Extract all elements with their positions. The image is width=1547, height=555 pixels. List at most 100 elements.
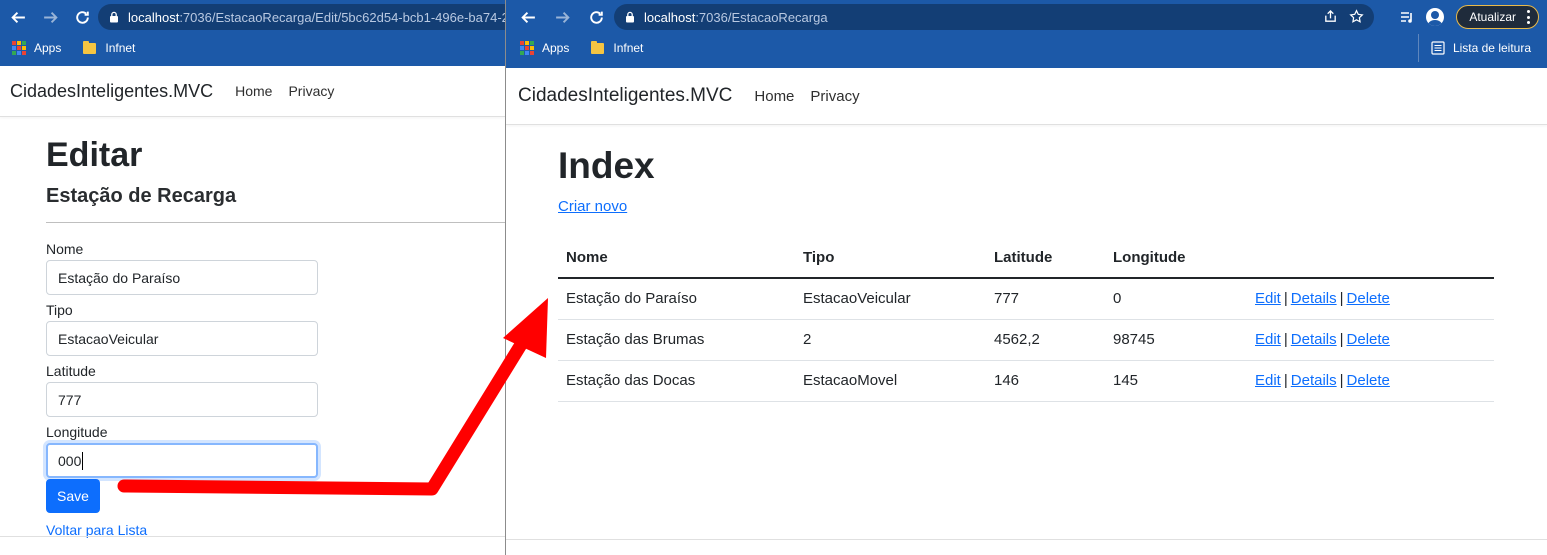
lock-icon xyxy=(110,11,118,23)
cell-tipo: EstacaoMovel xyxy=(795,360,986,402)
avatar-icon xyxy=(1426,8,1445,26)
delete-link[interactable]: Delete xyxy=(1347,290,1390,307)
forward-arrow-icon[interactable] xyxy=(40,7,60,27)
cell-nome: Estação das Brumas xyxy=(558,319,795,361)
address-bar[interactable]: localhost:7036/EstacaoRecarga xyxy=(614,4,1374,30)
navbar-brand[interactable]: CidadesInteligentes.MVC xyxy=(518,85,732,107)
table-header-row: Nome Tipo Latitude Longitude xyxy=(558,238,1494,279)
browser-toolbar: localhost:7036/EstacaoRecarga Atualizar xyxy=(506,0,1547,34)
cell-actions: Edit | Details | Delete xyxy=(1247,278,1494,320)
separator: | xyxy=(1339,372,1344,389)
screenshot-stage: localhost:7036/EstacaoRecarga/Edit/5bc62… xyxy=(0,0,1547,555)
cell-nome: Estação das Docas xyxy=(558,360,795,402)
column-header-nome: Nome xyxy=(558,238,795,279)
cell-actions: Edit | Details | Delete xyxy=(1247,319,1494,361)
details-link[interactable]: Details xyxy=(1291,331,1337,348)
save-button[interactable]: Save xyxy=(46,479,100,513)
apps-grid-icon xyxy=(12,41,26,55)
bookmarks-bar: Apps Infnet xyxy=(0,34,505,62)
page-title: Editar xyxy=(46,136,143,174)
stations-table: Nome Tipo Latitude Longitude Estação do … xyxy=(558,238,1494,402)
column-header-actions xyxy=(1247,238,1494,279)
column-header-longitude: Longitude xyxy=(1105,238,1247,279)
longitude-input[interactable]: 000 xyxy=(46,443,318,478)
nav-link-privacy[interactable]: Privacy xyxy=(810,88,859,105)
reading-list-button[interactable]: Lista de leitura xyxy=(1417,34,1531,62)
separator: | xyxy=(1283,290,1288,308)
bookmark-label: Apps xyxy=(542,41,570,55)
apps-grid-icon xyxy=(520,41,534,55)
bookmark-label: Infnet xyxy=(613,41,644,55)
create-new-link[interactable]: Criar novo xyxy=(558,198,627,215)
url-path: :7036/EstacaoRecarga/Edit/5bc62d54-bcb1-… xyxy=(179,9,505,25)
bookmark-infnet[interactable]: Infnet xyxy=(591,40,644,55)
profile-avatar[interactable] xyxy=(1424,6,1446,28)
edit-link[interactable]: Edit xyxy=(1255,331,1281,348)
label-longitude: Longitude xyxy=(46,424,108,440)
media-queue-icon[interactable] xyxy=(1396,6,1418,28)
forward-arrow-icon[interactable] xyxy=(552,7,572,27)
nav-link-privacy[interactable]: Privacy xyxy=(288,83,334,99)
edit-link[interactable]: Edit xyxy=(1255,290,1281,307)
delete-link[interactable]: Delete xyxy=(1347,372,1390,389)
back-arrow-icon[interactable] xyxy=(518,7,538,27)
nome-input[interactable]: Estação do Paraíso xyxy=(46,260,318,295)
details-link[interactable]: Details xyxy=(1291,372,1337,389)
star-icon[interactable] xyxy=(1349,9,1364,27)
cell-latitude: 4562,2 xyxy=(986,319,1105,361)
app-navbar: CidadesInteligentes.MVC Home Privacy xyxy=(0,66,505,117)
browser-tools: Atualizar xyxy=(1390,5,1539,29)
folder-icon xyxy=(591,40,605,54)
cell-actions: Edit | Details | Delete xyxy=(1247,360,1494,402)
share-icon[interactable] xyxy=(1323,9,1338,27)
update-button[interactable]: Atualizar xyxy=(1456,5,1539,29)
bookmark-label: Apps xyxy=(34,41,62,55)
navbar-brand[interactable]: CidadesInteligentes.MVC xyxy=(10,81,213,102)
separator: | xyxy=(1283,331,1288,348)
browser-chrome: localhost:7036/EstacaoRecarga/Edit/5bc62… xyxy=(0,0,505,66)
more-vertical-icon xyxy=(1527,10,1530,24)
bookmark-label: Infnet xyxy=(105,41,136,55)
label-tipo: Tipo xyxy=(46,302,73,318)
cell-nome: Estação do Paraíso xyxy=(558,278,795,320)
delete-link[interactable]: Delete xyxy=(1347,331,1390,348)
latitude-input[interactable]: 777 xyxy=(46,382,318,417)
cell-longitude: 145 xyxy=(1105,360,1247,402)
back-arrow-icon[interactable] xyxy=(8,7,28,27)
browser-chrome: localhost:7036/EstacaoRecarga Atualizar xyxy=(506,0,1547,68)
bookmark-infnet[interactable]: Infnet xyxy=(83,40,136,55)
column-header-latitude: Latitude xyxy=(986,238,1105,279)
page-title: Index xyxy=(558,145,655,186)
url-path: :7036/EstacaoRecarga xyxy=(695,9,828,25)
nav-link-home[interactable]: Home xyxy=(754,88,794,105)
update-label: Atualizar xyxy=(1469,10,1516,24)
nav-link-home[interactable]: Home xyxy=(235,83,272,99)
reading-list-label: Lista de leitura xyxy=(1452,41,1531,55)
edit-link[interactable]: Edit xyxy=(1255,372,1281,389)
page-subtitle: Estação de Recarga xyxy=(46,185,237,207)
cell-tipo: EstacaoVeicular xyxy=(795,278,986,320)
bookmarks-bar: Apps Infnet Lista de leitura xyxy=(506,34,1547,62)
bookmark-apps[interactable]: Apps xyxy=(12,41,61,55)
tipo-input[interactable]: EstacaoVeicular xyxy=(46,321,318,356)
reading-list-icon xyxy=(1431,41,1445,55)
footer-divider xyxy=(0,536,505,537)
address-bar[interactable]: localhost:7036/EstacaoRecarga/Edit/5bc62… xyxy=(98,4,505,30)
lock-icon xyxy=(626,11,634,23)
app-navbar: CidadesInteligentes.MVC Home Privacy xyxy=(506,68,1547,125)
separator: | xyxy=(1339,331,1344,348)
label-nome: Nome xyxy=(46,241,84,257)
longitude-value: 000 xyxy=(58,452,82,469)
url-host: localhost xyxy=(644,9,696,25)
divider xyxy=(46,222,505,223)
cell-latitude: 777 xyxy=(986,278,1105,320)
separator: | xyxy=(1339,290,1344,308)
bookmark-apps[interactable]: Apps xyxy=(520,41,569,55)
browser-toolbar: localhost:7036/EstacaoRecarga/Edit/5bc62… xyxy=(0,0,505,34)
reload-icon[interactable] xyxy=(72,7,92,27)
table-row: Estação do Paraíso EstacaoVeicular 777 0… xyxy=(558,278,1494,320)
details-link[interactable]: Details xyxy=(1291,290,1337,307)
reload-icon[interactable] xyxy=(586,7,606,27)
label-latitude: Latitude xyxy=(46,363,96,379)
url-host: localhost xyxy=(128,9,180,25)
